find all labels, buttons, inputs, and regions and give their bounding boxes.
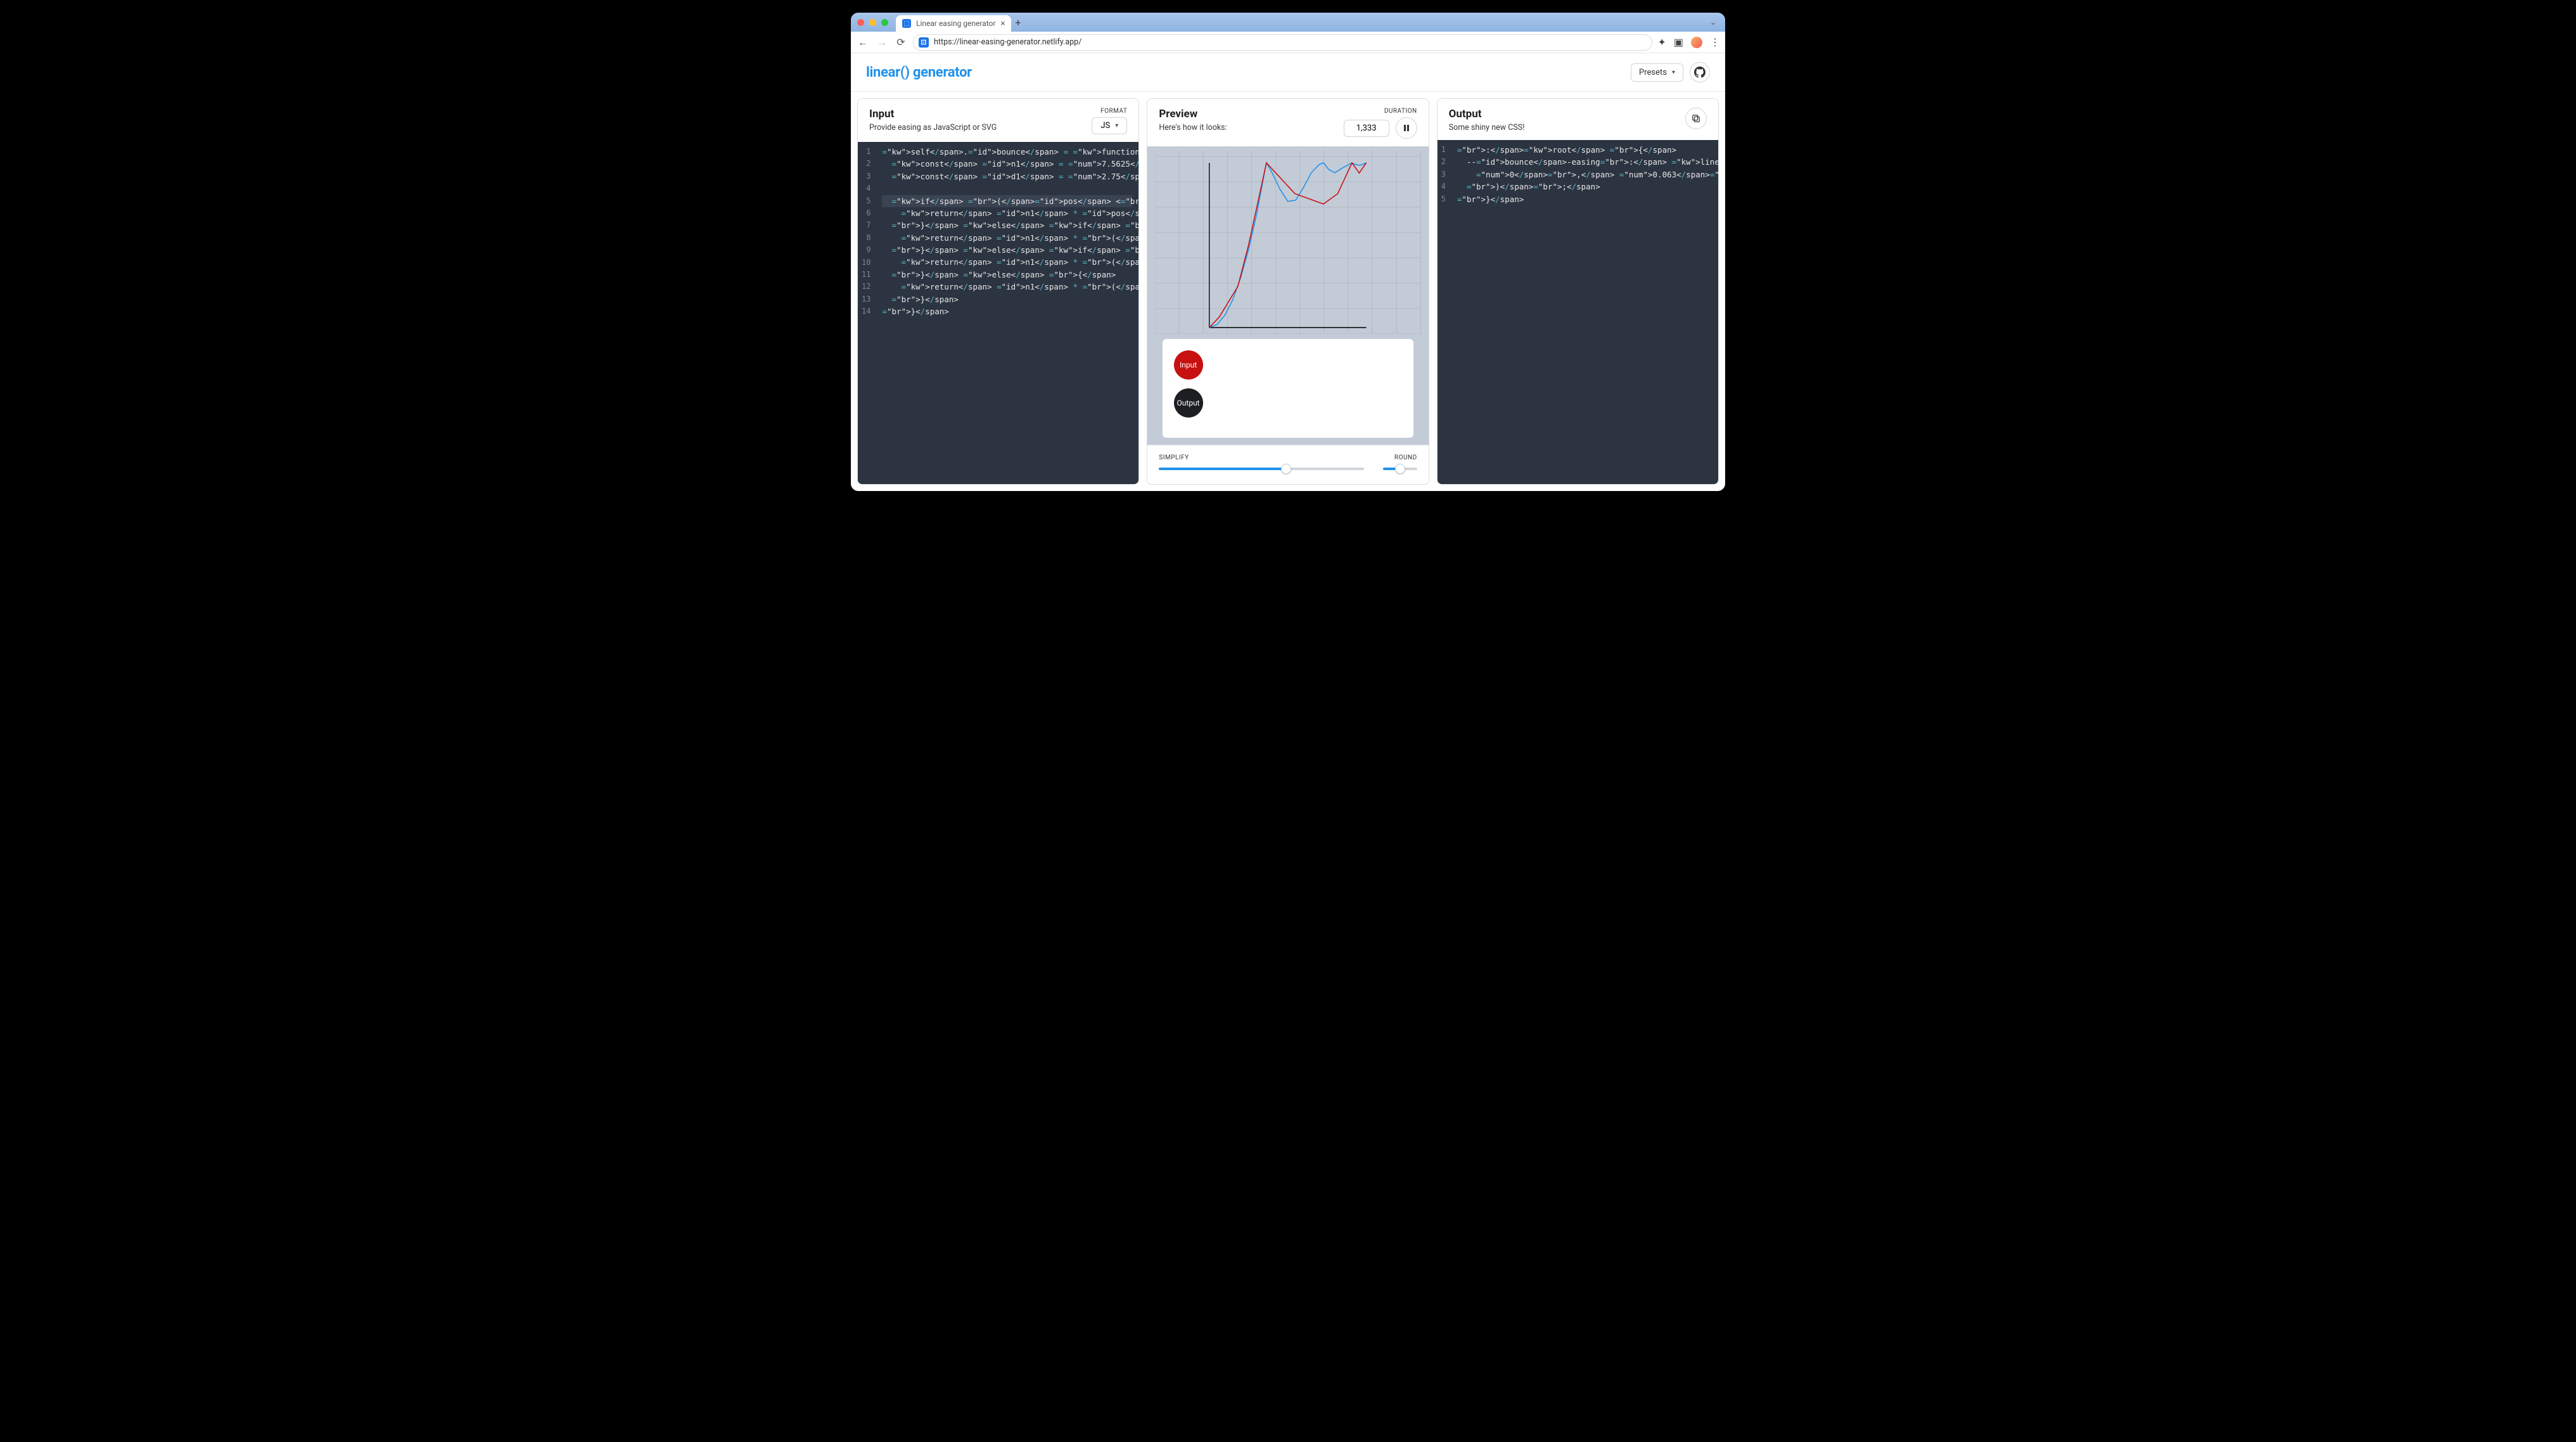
presets-dropdown[interactable]: Presets ▾ — [1631, 63, 1683, 82]
input-subtitle: Provide easing as JavaScript or SVG — [869, 123, 997, 132]
round-slider-block: ROUND — [1383, 454, 1417, 470]
close-window-button[interactable] — [857, 19, 864, 26]
format-select[interactable]: JS ▾ — [1092, 117, 1127, 134]
tab-title: Linear easing generator — [916, 19, 995, 28]
profile-avatar[interactable] — [1691, 37, 1702, 48]
preview-subtitle: Here's how it looks: — [1159, 123, 1227, 132]
format-value: JS — [1100, 121, 1110, 131]
site-info-icon[interactable]: ⊡ — [919, 37, 929, 48]
simplify-slider-block: SIMPLIFY — [1159, 454, 1363, 470]
sliders-row: SIMPLIFY ROUND — [1147, 445, 1428, 484]
preview-pane-header: Preview Here's how it looks: DURATION 1,… — [1147, 99, 1428, 146]
extensions-icon[interactable]: ✦ — [1657, 36, 1666, 48]
browser-tab[interactable]: ⬚ Linear easing generator × — [896, 15, 1011, 32]
side-panel-icon[interactable]: ▣ — [1674, 36, 1683, 48]
input-title: Input — [869, 108, 997, 120]
simplify-slider[interactable] — [1159, 468, 1363, 470]
forward-button[interactable]: → — [875, 36, 889, 49]
address-bar[interactable]: ⊡ https://linear-easing-generator.netlif… — [913, 34, 1652, 51]
duration-label: DURATION — [1344, 108, 1417, 115]
output-pane: Output Some shiny new CSS! 12345 ="br">:… — [1437, 98, 1719, 485]
github-link[interactable] — [1690, 62, 1710, 82]
browser-window: ⬚ Linear easing generator × + ⌄ ← → ⟳ ⊡ … — [851, 13, 1725, 491]
play-pause-button[interactable] — [1396, 117, 1417, 139]
output-demo-ball: Output — [1174, 388, 1203, 418]
github-icon — [1694, 67, 1706, 78]
input-demo-ball: Input — [1174, 350, 1203, 380]
main-content: Input Provide easing as JavaScript or SV… — [851, 92, 1725, 491]
back-button[interactable]: ← — [856, 36, 870, 49]
chevron-down-icon: ▾ — [1672, 69, 1675, 76]
window-titlebar: ⬚ Linear easing generator × + ⌄ — [851, 13, 1725, 32]
tabs-overflow-icon[interactable]: ⌄ — [1710, 18, 1716, 27]
new-tab-button[interactable]: + — [1015, 16, 1021, 29]
app-header: linear() generator Presets ▾ — [851, 53, 1725, 92]
easing-graph — [1151, 146, 1424, 339]
animation-demo: Input Output — [1163, 339, 1414, 438]
round-label: ROUND — [1383, 454, 1417, 461]
tab-favicon: ⬚ — [902, 19, 911, 28]
copy-icon — [1692, 114, 1700, 123]
format-label: FORMAT — [1092, 108, 1127, 115]
browser-menu-icon[interactable]: ⋮ — [1710, 36, 1720, 48]
url-toolbar: ← → ⟳ ⊡ https://linear-easing-generator.… — [851, 32, 1725, 53]
output-title: Output — [1449, 108, 1525, 120]
presets-label: Presets — [1639, 68, 1667, 77]
output-code-editor[interactable]: 12345 ="br">:</span>="kw">root</span> ="… — [1438, 140, 1718, 484]
copy-button[interactable] — [1685, 108, 1707, 129]
pause-icon — [1403, 124, 1410, 132]
tab-close-icon[interactable]: × — [1000, 19, 1005, 29]
duration-input[interactable]: 1,333 — [1344, 120, 1389, 137]
input-code-editor[interactable]: 1234567891011121314 ="kw">self</span>.="… — [858, 142, 1138, 484]
preview-title: Preview — [1159, 108, 1227, 120]
preview-body: Input Output — [1147, 146, 1428, 445]
simplify-label: SIMPLIFY — [1159, 454, 1363, 461]
minimize-window-button[interactable] — [869, 19, 876, 26]
output-pane-header: Output Some shiny new CSS! — [1438, 99, 1718, 140]
input-pane-header: Input Provide easing as JavaScript or SV… — [858, 99, 1138, 142]
input-pane: Input Provide easing as JavaScript or SV… — [857, 98, 1139, 485]
traffic-lights — [857, 19, 888, 26]
preview-pane: Preview Here's how it looks: DURATION 1,… — [1147, 98, 1429, 485]
round-slider[interactable] — [1383, 468, 1417, 470]
url-text: https://linear-easing-generator.netlify.… — [934, 37, 1081, 47]
maximize-window-button[interactable] — [881, 19, 888, 26]
reload-button[interactable]: ⟳ — [894, 36, 908, 48]
app-title: linear() generator — [866, 65, 972, 80]
chevron-down-icon: ▾ — [1115, 122, 1118, 129]
output-subtitle: Some shiny new CSS! — [1449, 123, 1525, 132]
